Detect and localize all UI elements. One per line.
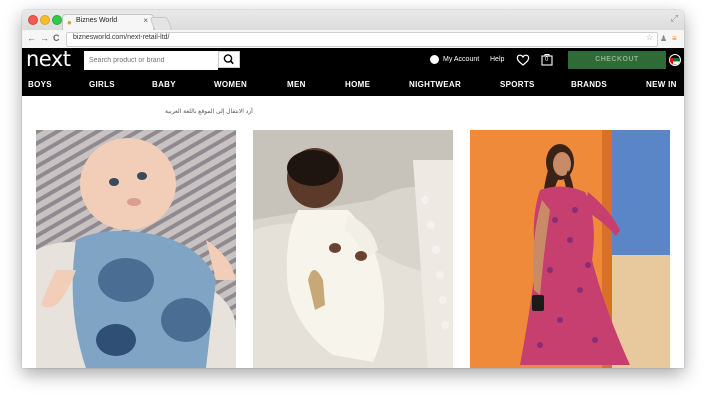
checkout-button[interactable]: CHECKOUT — [568, 51, 666, 69]
search-icon — [223, 54, 234, 65]
browser-window: ● Biznes World × ⤢ ← → C biznesworld.com… — [22, 10, 684, 368]
site-header: next My Account Help 0 CHECKOUT — [22, 48, 684, 72]
uae-flag-icon[interactable] — [669, 54, 681, 66]
product-card-baby-dungarees[interactable] — [36, 130, 236, 368]
nav-brands[interactable]: BRANDS — [571, 80, 607, 89]
bag-count: 0 — [545, 57, 549, 63]
browser-tab[interactable]: ● Biznes World × — [62, 14, 154, 31]
back-button[interactable]: ← — [27, 33, 36, 44]
reload-button[interactable]: C — [53, 33, 60, 44]
nav-home[interactable]: HOME — [345, 80, 370, 89]
bookmark-star-icon[interactable]: ☆ — [646, 33, 653, 42]
browser-toolbar: ← → C biznesworld.com/next-retail-ltd/ ☆… — [22, 30, 684, 49]
url-text: biznesworld.com/next-retail-ltd/ — [73, 34, 170, 41]
tab-strip: ● Biznes World × ⤢ — [22, 10, 684, 31]
account-icon[interactable] — [430, 55, 439, 64]
favicon-icon: ● — [67, 18, 72, 27]
nav-boys[interactable]: BOYS — [28, 80, 52, 89]
forward-button[interactable]: → — [40, 33, 49, 44]
arabic-site-link[interactable]: أرد الانتقال إلى الموقع باللغة العربية — [165, 108, 253, 115]
search-button[interactable] — [218, 51, 240, 68]
nav-women[interactable]: WOMEN — [214, 80, 247, 89]
nav-girls[interactable]: GIRLS — [89, 80, 115, 89]
nav-men[interactable]: MEN — [287, 80, 306, 89]
next-logo[interactable]: next — [26, 48, 71, 70]
product-image — [36, 130, 236, 368]
nav-new-in[interactable]: NEW IN — [646, 80, 677, 89]
search-field[interactable] — [84, 51, 218, 70]
minimize-window-button[interactable] — [40, 15, 50, 25]
close-tab-icon[interactable]: × — [143, 16, 148, 25]
nav-sports[interactable]: SPORTS — [500, 80, 535, 89]
product-image — [253, 130, 453, 368]
shopping-bag[interactable]: 0 — [541, 53, 553, 66]
menu-icon[interactable]: ≡ — [672, 33, 677, 44]
tab-title: Biznes World — [76, 17, 118, 24]
product-card-pink-dress[interactable] — [470, 130, 670, 368]
nav-nightwear[interactable]: NIGHTWEAR — [409, 80, 461, 89]
help-link[interactable]: Help — [490, 56, 504, 63]
extension-icon[interactable]: ♟ — [660, 33, 667, 44]
my-account-link[interactable]: My Account — [443, 56, 479, 63]
maximize-window-button[interactable] — [52, 15, 62, 25]
address-bar[interactable]: biznesworld.com/next-retail-ltd/ ☆ — [66, 32, 658, 47]
fullscreen-icon[interactable]: ⤢ — [671, 13, 678, 24]
category-nav: BOYS GIRLS BABY WOMEN MEN HOME NIGHTWEAR… — [22, 72, 684, 96]
product-image — [470, 130, 670, 368]
close-window-button[interactable] — [28, 15, 38, 25]
nav-baby[interactable]: BABY — [152, 80, 176, 89]
product-card-baby-sleepsuit[interactable] — [253, 130, 453, 368]
new-tab-button[interactable] — [149, 17, 173, 31]
search-input[interactable] — [85, 52, 217, 69]
heart-icon[interactable] — [516, 54, 530, 66]
